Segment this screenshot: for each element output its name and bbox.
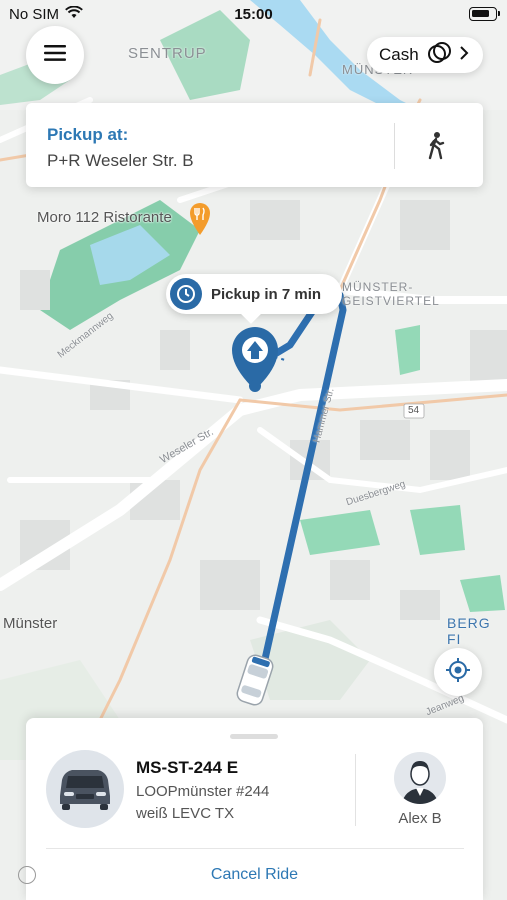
menu-button[interactable]: [26, 26, 84, 84]
place-label-geistviertel: MÜNSTER-GEISTVIERTEL: [342, 280, 440, 308]
cash-icon: [427, 41, 453, 69]
eta-label: Pickup in 7 min: [211, 285, 322, 303]
hamburger-icon: [44, 44, 66, 66]
payment-method-button[interactable]: Cash: [367, 37, 483, 73]
driver-avatar[interactable]: [394, 752, 446, 804]
battery-icon: [469, 7, 500, 21]
clock-icon: [170, 278, 202, 310]
vehicle-description: weiß LEVC TX: [136, 805, 235, 822]
divider: [355, 754, 356, 826]
vehicle-name: LOOPmünster #244: [136, 783, 270, 800]
pickup-location-card[interactable]: Pickup at: P+R Weseler Str. B: [26, 103, 483, 187]
walking-icon[interactable]: [422, 131, 450, 161]
pickup-title: Pickup at:: [47, 125, 129, 144]
road-number-badge: 54: [408, 405, 420, 416]
payment-label: Cash: [379, 45, 419, 64]
clock: 15:00: [234, 6, 273, 23]
driver-name: Alex B: [398, 810, 442, 827]
divider: [394, 123, 395, 169]
eta-tooltip: Pickup in 7 min: [166, 274, 342, 314]
restaurant-icon[interactable]: [190, 203, 210, 235]
crosshair-icon: [445, 657, 471, 688]
place-label-muenster-city: Münster: [3, 615, 58, 632]
place-label-sentrup: SENTRUP: [128, 45, 207, 62]
chevron-right-icon: [459, 45, 469, 65]
legal-info-icon[interactable]: [18, 866, 36, 884]
divider: [46, 848, 464, 849]
poi-label[interactable]: Moro 112 Ristorante: [37, 209, 172, 226]
sheet-handle[interactable]: [230, 734, 278, 739]
cancel-ride-button[interactable]: Cancel Ride: [26, 866, 483, 884]
locate-me-button[interactable]: [434, 648, 482, 696]
ride-details-sheet[interactable]: MS-ST-244 E LOOPmünster #244 weiß LEVC T…: [26, 718, 483, 900]
place-label-berg: BERG FI: [447, 615, 491, 647]
vehicle-image: [46, 750, 124, 828]
status-bar: No SIM 15:00: [0, 0, 507, 28]
vehicle-plate: MS-ST-244 E: [136, 758, 239, 777]
pickup-address: P+R Weseler Str. B: [47, 151, 194, 170]
